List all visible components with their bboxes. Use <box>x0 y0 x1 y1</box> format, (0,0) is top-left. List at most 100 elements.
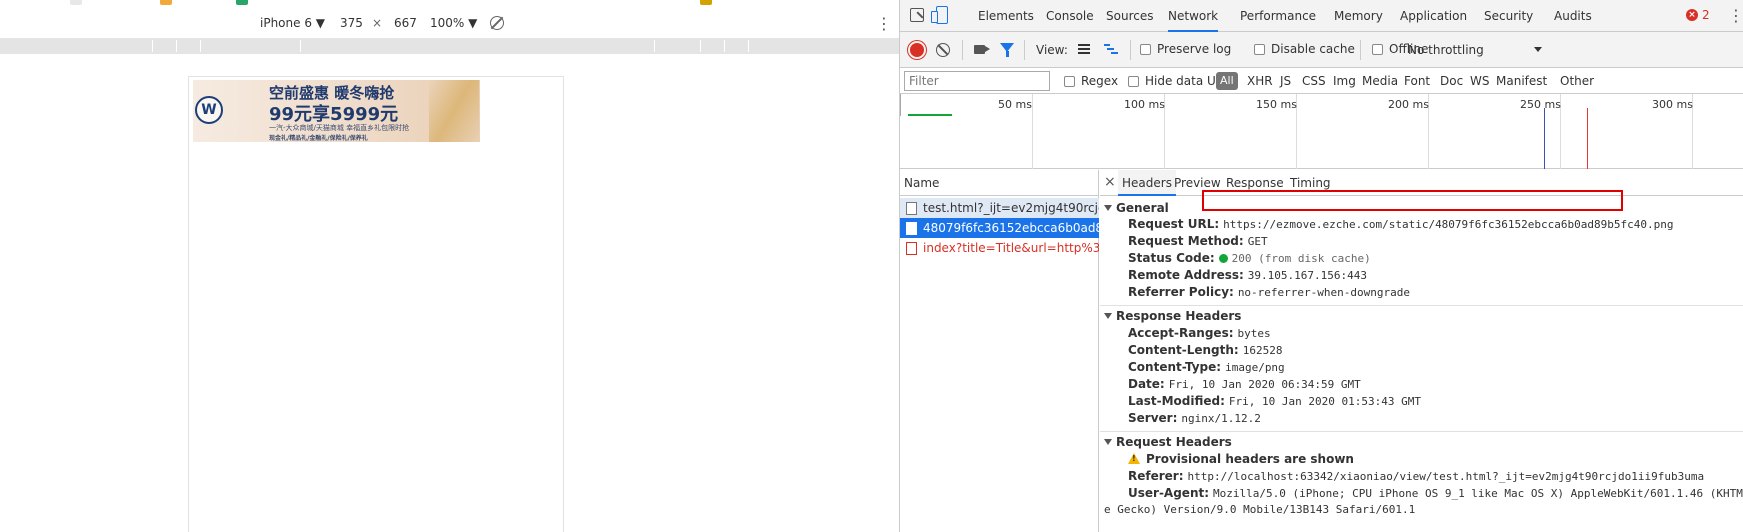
warning-icon <box>1128 453 1140 464</box>
tab-audits[interactable]: Audits <box>1554 0 1592 32</box>
request-row[interactable]: index?title=Title&url=http%3A... <box>900 238 1099 258</box>
toggle-device-icon[interactable] <box>931 6 948 24</box>
filter-icon[interactable] <box>1000 43 1014 57</box>
device-emulation-pane: iPhone 6 ▼ 375 × 667 100% ▼ ⋮ W 空前盛惠 暖冬嗨… <box>0 0 900 532</box>
tab-sources[interactable]: Sources <box>1106 0 1153 32</box>
regex-checkbox[interactable]: Regex <box>1064 74 1118 88</box>
rotate-icon[interactable] <box>490 16 504 30</box>
server-row: Server: nginx/1.12.2 <box>1128 411 1261 425</box>
promo-banner[interactable]: W 空前盛惠 暖冬嗨抢 99元享5999元 一汽-大众商城/天猫商城 幸福直乡礼… <box>193 80 480 142</box>
toolbar-divider <box>1130 40 1131 60</box>
triangle-down-icon <box>1104 313 1112 319</box>
request-name: test.html?_ijt=ev2mjg4t90rcjd... <box>923 201 1099 215</box>
type-filter-img[interactable]: Img <box>1333 74 1356 88</box>
tab-elements[interactable]: Elements <box>978 0 1034 32</box>
request-row[interactable]: test.html?_ijt=ev2mjg4t90rcjd... <box>900 198 1099 218</box>
close-icon[interactable]: × <box>1104 174 1116 190</box>
tab-headers[interactable]: Headers <box>1118 170 1176 196</box>
disable-cache-checkbox[interactable]: Disable cache <box>1254 42 1355 56</box>
screenshots-icon[interactable] <box>974 45 990 54</box>
tab-application[interactable]: Application <box>1400 0 1467 32</box>
tab-console[interactable]: Console <box>1046 0 1094 32</box>
devtools-tabbar: Elements Console Sources Network Perform… <box>900 0 1743 32</box>
referrer-policy-row: Referrer Policy: no-referrer-when-downgra… <box>1128 285 1410 299</box>
request-row[interactable]: 48079f6fc36152ebcca6b0ad89... <box>900 218 1099 238</box>
section-divider <box>1100 431 1743 432</box>
device-viewport: W 空前盛惠 暖冬嗨抢 99元享5999元 一汽-大众商城/天猫商城 幸福直乡礼… <box>188 76 564 532</box>
waterfall-icon[interactable] <box>1104 44 1118 54</box>
bookmark-icon[interactable] <box>160 0 172 6</box>
status-ok-icon <box>1218 254 1228 263</box>
user-agent-continuation: e Gecko) Version/9.0 Mobile/13B143 Safar… <box>1104 503 1416 516</box>
error-count[interactable]: 2 <box>1702 8 1710 22</box>
toolbar-divider <box>1024 40 1025 60</box>
overview-edge <box>900 94 901 116</box>
bookmark-icon[interactable] <box>236 0 248 6</box>
tab-network[interactable]: Network <box>1168 0 1219 32</box>
clear-icon[interactable] <box>936 43 950 57</box>
general-section-toggle[interactable]: General <box>1104 201 1169 215</box>
type-filter-font[interactable]: Font <box>1404 74 1430 88</box>
network-overview[interactable]: 50 ms 100 ms 150 ms 200 ms 250 ms 300 ms <box>900 94 1743 169</box>
request-url-value[interactable]: https://ezmove.ezche.com/static/48079f6f… <box>1223 218 1673 231</box>
request-detail-pane: × Headers Preview Response Timing Genera… <box>1100 170 1743 532</box>
throttling-select[interactable]: No throttling <box>1408 43 1484 57</box>
filter-input[interactable] <box>904 71 1050 91</box>
triangle-down-icon <box>1104 439 1112 445</box>
response-headers-toggle[interactable]: Response Headers <box>1104 309 1241 323</box>
request-name: 48079f6fc36152ebcca6b0ad89... <box>923 221 1099 235</box>
overview-tick-label: 100 ms <box>1124 98 1165 111</box>
more-options-icon[interactable]: ⋮ <box>876 14 892 33</box>
status-code-row: Status Code: 200 (from disk cache) <box>1128 251 1371 265</box>
vw-logo-icon: W <box>195 96 223 124</box>
document-icon <box>906 241 917 255</box>
type-filter-all[interactable]: All <box>1216 72 1238 90</box>
record-icon[interactable] <box>910 43 924 57</box>
media-query-ruler[interactable] <box>0 38 899 54</box>
type-filter-manifest[interactable]: Manifest <box>1496 74 1547 88</box>
tab-performance[interactable]: Performance <box>1240 0 1316 32</box>
inspect-element-icon[interactable] <box>910 8 924 22</box>
document-icon <box>906 221 917 235</box>
type-filter-ws[interactable]: WS <box>1470 74 1489 88</box>
device-height-input[interactable]: 667 <box>394 16 417 30</box>
overview-tick-label: 50 ms <box>998 98 1032 111</box>
bookmark-icon[interactable] <box>70 0 82 6</box>
dimension-separator: × <box>372 16 383 30</box>
type-filter-doc[interactable]: Doc <box>1440 74 1463 88</box>
date-row: Date: Fri, 10 Jan 2020 06:34:59 GMT <box>1128 377 1361 391</box>
request-list: Name test.html?_ijt=ev2mjg4t90rcjd... 48… <box>900 170 1099 532</box>
request-headers-toggle[interactable]: Request Headers <box>1104 435 1232 449</box>
type-filter-xhr[interactable]: XHR <box>1247 74 1273 88</box>
dom-content-loaded-marker <box>1544 108 1545 169</box>
network-toolbar: View: Preserve log Disable cache Offline… <box>900 32 1743 68</box>
chevron-down-icon[interactable] <box>1534 47 1542 52</box>
type-filter-other[interactable]: Other <box>1560 74 1594 88</box>
zoom-select[interactable]: 100% ▼ <box>430 16 477 30</box>
user-agent-row: User-Agent: Mozilla/5.0 (iPhone; CPU iPho… <box>1128 486 1743 500</box>
device-width-input[interactable]: 375 <box>340 16 363 30</box>
tab-memory[interactable]: Memory <box>1334 0 1383 32</box>
device-toolbar: iPhone 6 ▼ 375 × 667 100% ▼ ⋮ <box>0 8 899 38</box>
remote-address-row: Remote Address: 39.105.167.156:443 <box>1128 268 1368 282</box>
tab-security[interactable]: Security <box>1484 0 1533 32</box>
type-filter-css[interactable]: CSS <box>1302 74 1326 88</box>
referer-row: Referer: http://localhost:63342/xiaoniao/… <box>1128 469 1705 483</box>
error-icon[interactable]: × <box>1686 9 1698 21</box>
triangle-down-icon <box>1104 205 1112 211</box>
banner-gift-line: 现金礼/精品礼/金融礼/保险礼/保养礼 <box>269 135 368 142</box>
url-highlight-box <box>1202 190 1623 211</box>
devtools-menu-icon[interactable]: ⋮ <box>1728 6 1743 25</box>
name-column-header[interactable]: Name <box>900 170 1099 196</box>
bookmark-icon[interactable] <box>700 0 712 6</box>
bookmarks-bar <box>0 0 899 6</box>
banner-subline: 一汽-大众商城/天猫商城 幸福直乡礼包限时抢 <box>269 124 410 132</box>
toolbar-divider <box>1360 40 1361 60</box>
type-filter-js[interactable]: JS <box>1280 74 1291 88</box>
large-rows-icon[interactable] <box>1078 44 1090 54</box>
preserve-log-checkbox[interactable]: Preserve log <box>1140 42 1231 56</box>
device-select[interactable]: iPhone 6 ▼ <box>260 16 325 30</box>
type-filter-media[interactable]: Media <box>1362 74 1398 88</box>
content-type-row: Content-Type: image/png <box>1128 360 1285 374</box>
overview-tick-label: 250 ms <box>1520 98 1561 111</box>
